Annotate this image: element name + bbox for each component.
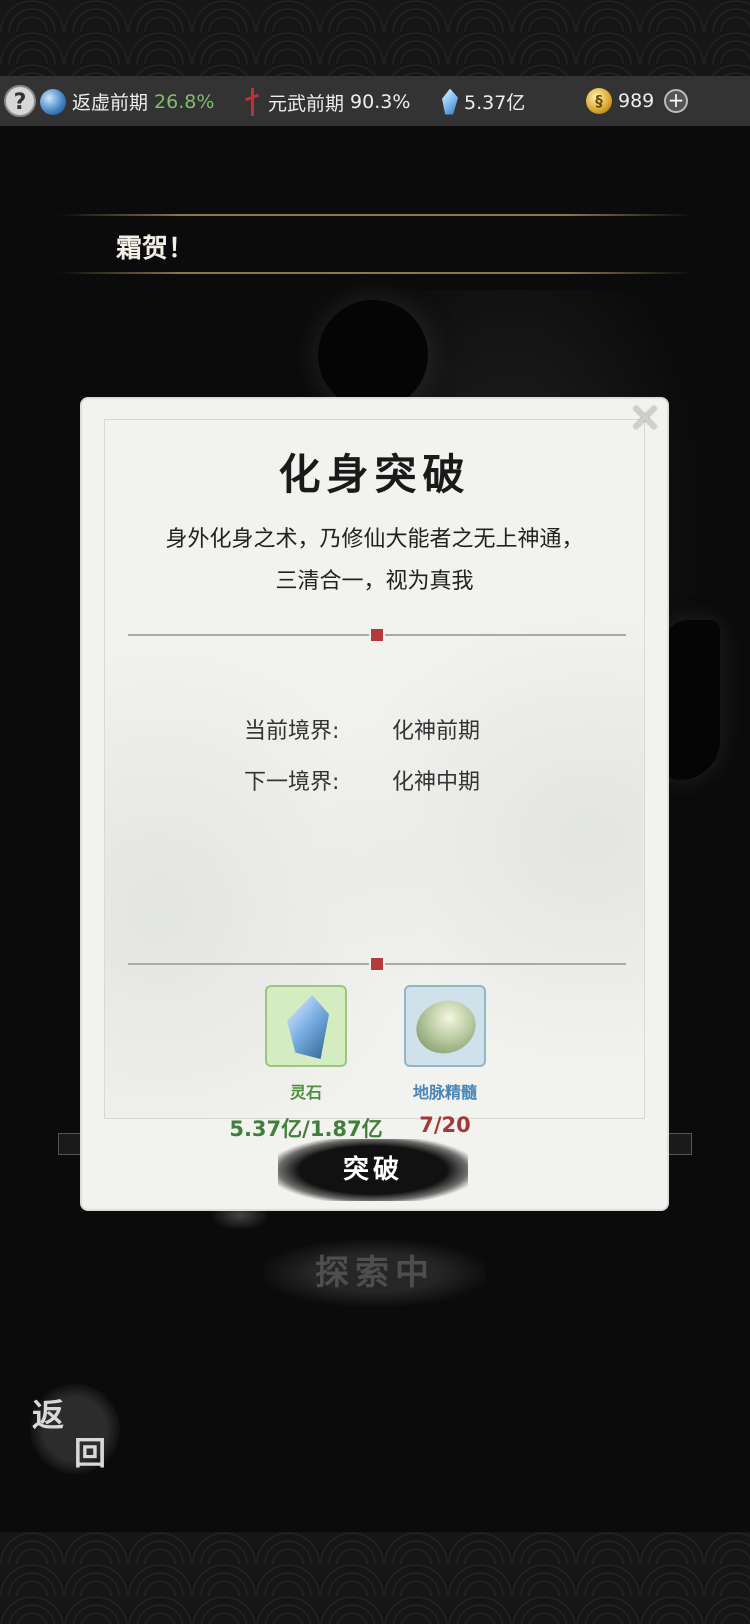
exploring-button[interactable]: 探索中: [264, 1240, 486, 1306]
banner-top-line: [58, 214, 692, 216]
divider-bottom: [128, 956, 626, 972]
modal-description-line1: 身外化身之术，乃修仙大能者之无上神通，: [165, 527, 584, 552]
bottom-pattern-band: [0, 1532, 750, 1624]
realm2-percent: 90.3%: [350, 91, 411, 113]
realm2-label: 元武前期: [268, 92, 345, 115]
spirit-stone-name: 灵石: [289, 1083, 322, 1102]
essence-icon: [409, 993, 483, 1061]
next-realm-value: 化神中期: [392, 770, 481, 795]
background-character-head: [318, 300, 428, 410]
spirit-stone-icon: [287, 995, 329, 1059]
current-realm-label: 当前境界:: [244, 719, 340, 744]
current-realm-value: 化神前期: [392, 719, 481, 744]
earth-vein-essence-item[interactable]: [404, 985, 486, 1067]
realm1-stat: 返虚前期 26.8%: [40, 88, 214, 115]
coin-amount: 989: [618, 90, 655, 112]
background-character-hair: [660, 620, 720, 780]
earth-vein-essence-name: 地脉精髓: [412, 1083, 477, 1102]
coin-icon: §: [586, 88, 612, 114]
realm2-stat: 元武前期 90.3%: [242, 88, 410, 116]
earth-vein-essence-count: 7/20: [419, 1113, 471, 1137]
modal-title: 化身突破: [278, 450, 471, 499]
yin-yang-icon: [40, 88, 66, 115]
realm1-percent: 26.8%: [154, 90, 215, 113]
spirit-stone-amount: 5.37亿: [464, 92, 526, 114]
realm1-label: 返虚前期: [72, 92, 149, 114]
status-bar: ? 返虚前期 26.8% 元武前期 90.3% 5.37亿 § 989 +: [0, 76, 750, 126]
coin-stat: § 989: [586, 88, 654, 114]
spirit-stone-stat: 5.37亿: [442, 88, 525, 115]
spear-icon: [242, 88, 262, 116]
spirit-stone-item[interactable]: [265, 985, 347, 1067]
back-button[interactable]: 返 回: [30, 1384, 120, 1474]
seal-icon: [369, 627, 385, 643]
close-icon[interactable]: ✕: [627, 399, 663, 439]
banner-bottom-line: [58, 272, 692, 274]
modal-description-line2: 三清合一，视为真我: [275, 569, 474, 594]
next-realm-label: 下一境界:: [244, 770, 340, 795]
congrats-banner: 霜贺！: [116, 234, 195, 264]
help-button[interactable]: ?: [4, 85, 36, 117]
back-char-1: 返: [32, 1396, 65, 1434]
top-pattern-band: [0, 0, 750, 76]
crystal-icon: [442, 88, 458, 115]
back-char-2: 回: [74, 1434, 107, 1472]
breakthrough-modal: ✕ 化身突破 身外化身之术，乃修仙大能者之无上神通， 三清合一，视为真我 当前境…: [82, 399, 667, 1209]
add-currency-button[interactable]: +: [664, 89, 688, 113]
seal-icon: [369, 956, 385, 972]
divider-top: [128, 627, 626, 643]
breakthrough-button[interactable]: 突破: [278, 1139, 468, 1201]
